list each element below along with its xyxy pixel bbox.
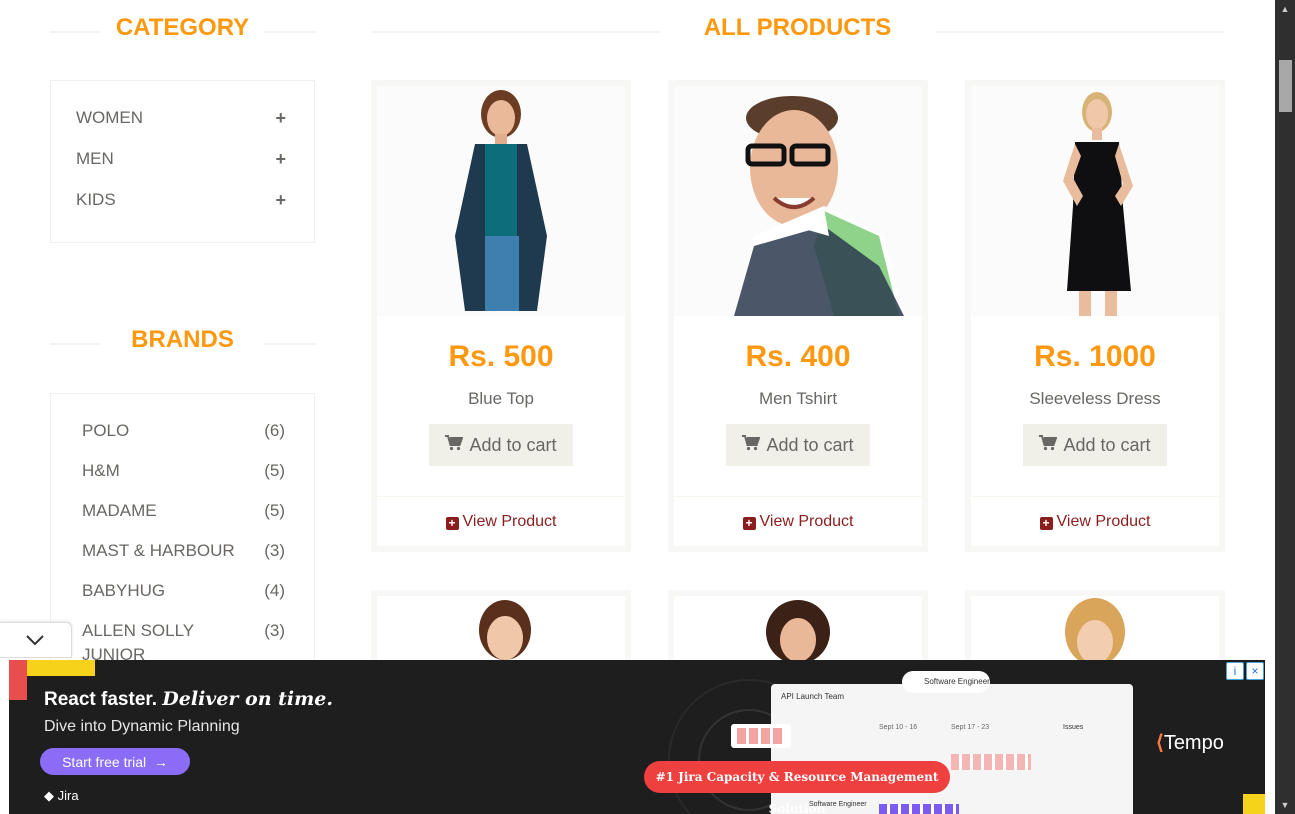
ad-decoration <box>27 660 95 676</box>
ad-app-mockup: API Launch Team Sept 10 - 16 Sept 17 - 2… <box>771 684 1133 814</box>
view-product-link[interactable]: + View Product <box>971 513 1219 531</box>
product-image[interactable] <box>377 86 625 316</box>
add-to-cart-label: Add to cart <box>469 434 557 455</box>
brand-mast-harbour[interactable]: MAST & HARBOUR (3) <box>82 539 285 563</box>
view-product-label: View Product <box>462 513 557 530</box>
brands-heading: BRANDS <box>50 312 315 353</box>
category-men[interactable]: MEN + <box>76 149 286 171</box>
product-name: Men Tshirt <box>758 389 838 408</box>
woman-blue-top-illustration <box>455 90 547 311</box>
plus-square-icon: + <box>1039 517 1053 530</box>
jira-logo: ◆ Jira <box>44 788 79 803</box>
divider <box>971 496 1219 497</box>
brands-title: BRANDS <box>131 326 234 353</box>
product-image[interactable] <box>674 86 922 316</box>
products-heading: ALL PRODUCTS <box>371 0 1224 41</box>
product-card <box>371 590 631 670</box>
category-heading: CATEGORY <box>50 0 315 41</box>
brand-count: (4) <box>264 581 285 600</box>
info-icon[interactable]: i <box>1226 662 1244 680</box>
brand-count: (3) <box>264 621 285 640</box>
category-label: MEN <box>76 149 114 168</box>
product-image[interactable] <box>971 86 1219 316</box>
product-image[interactable] <box>971 596 1219 670</box>
brand-name: ALLEN SOLLY JUNIOR <box>82 621 194 663</box>
product-card: Rs. 400 Men Tshirt Add to cart + View Pro… <box>668 80 928 552</box>
add-to-cart-button[interactable]: Add to cart <box>429 424 573 466</box>
product-price: Rs. 500 <box>448 340 554 373</box>
cart-icon <box>445 434 464 456</box>
product-card <box>965 590 1225 670</box>
scrollbar-thumb[interactable] <box>1279 60 1292 112</box>
product-price: Rs. 400 <box>745 340 851 373</box>
add-to-cart-label: Add to cart <box>766 434 854 455</box>
brand-name: H&M <box>82 461 120 480</box>
brand-count: (5) <box>264 461 285 480</box>
ad-decoration <box>1243 794 1265 814</box>
view-product-label: View Product <box>1056 513 1151 530</box>
cart-icon <box>1039 434 1058 456</box>
scroll-down-icon[interactable]: ▼ <box>1275 800 1295 810</box>
add-to-cart-label: Add to cart <box>1063 434 1151 455</box>
plus-square-icon: + <box>445 517 459 530</box>
product-card: Rs. 1000 Sleeveless Dress Add to cart + V… <box>965 80 1225 552</box>
product-card <box>668 590 928 670</box>
products-title: ALL PRODUCTS <box>703 14 892 41</box>
product-name: Blue Top <box>468 389 534 408</box>
product-image[interactable] <box>377 596 625 670</box>
category-kids[interactable]: KIDS + <box>76 190 286 212</box>
close-icon[interactable]: × <box>1246 662 1264 680</box>
scrollbar[interactable]: ▲ ▼ <box>1275 0 1295 814</box>
page: CATEGORY WOMEN + MEN + KIDS + BRANDS POL… <box>0 0 1295 814</box>
ad-pill: Software Engineer <box>902 671 990 693</box>
divider <box>674 496 922 497</box>
plus-icon[interactable]: + <box>275 108 286 129</box>
ad-subline: Dive into Dynamic Planning <box>44 718 240 735</box>
plus-icon[interactable]: + <box>275 190 286 211</box>
brand-name: BABYHUG <box>82 581 166 600</box>
brand-name: MAST & HARBOUR <box>82 541 235 560</box>
tempo-logo: ⟨Tempo <box>1156 732 1224 754</box>
brand-count: (6) <box>264 421 285 440</box>
view-product-link[interactable]: + View Product <box>674 513 922 531</box>
category-label: WOMEN <box>76 108 144 127</box>
brand-name: MADAME <box>82 501 157 520</box>
ad-decoration <box>9 660 27 700</box>
brand-name: POLO <box>82 421 130 440</box>
brand-babyhug[interactable]: BABYHUG (4) <box>82 579 285 603</box>
category-label: KIDS <box>76 190 116 209</box>
ad-banner[interactable]: React faster. Deliver on time. Dive into… <box>9 660 1265 814</box>
plus-square-icon: + <box>742 517 756 530</box>
category-panel: WOMEN + MEN + KIDS + <box>50 80 315 243</box>
category-women[interactable]: WOMEN + <box>76 108 286 130</box>
divider <box>377 496 625 497</box>
ad-headline: React faster. Deliver on time. <box>44 688 333 710</box>
woman-black-dress-illustration <box>1063 92 1133 316</box>
add-to-cart-button[interactable]: Add to cart <box>1023 424 1167 466</box>
add-to-cart-button[interactable]: Add to cart <box>726 424 870 466</box>
cart-icon <box>742 434 761 456</box>
category-title: CATEGORY <box>115 14 250 41</box>
man-tshirt-illustration <box>734 96 904 316</box>
brand-allen-solly-junior[interactable]: ALLEN SOLLY JUNIOR (3) <box>82 619 285 663</box>
ad-collapse-tab[interactable] <box>0 622 72 658</box>
brand-count: (3) <box>264 541 285 560</box>
view-product-link[interactable]: + View Product <box>377 513 625 531</box>
product-card: Rs. 500 Blue Top Add to cart + View Produ… <box>371 80 631 552</box>
brand-count: (5) <box>264 501 285 520</box>
start-free-trial-button[interactable]: Start free trial → <box>40 748 190 775</box>
brand-madame[interactable]: MADAME (5) <box>82 499 285 523</box>
brand-polo[interactable]: POLO (6) <box>82 419 285 443</box>
product-name: Sleeveless Dress <box>1029 389 1161 408</box>
scroll-up-icon[interactable]: ▲ <box>1275 4 1295 14</box>
view-product-label: View Product <box>759 513 854 530</box>
brand-hm[interactable]: H&M (5) <box>82 459 285 483</box>
chevron-down-icon <box>26 635 44 646</box>
product-image[interactable] <box>674 596 922 670</box>
product-price: Rs. 1000 <box>1034 340 1156 373</box>
ad-badge: #1 Jira Capacity & Resource Management S… <box>644 761 950 814</box>
plus-icon[interactable]: + <box>275 149 286 170</box>
ad-mock-chip <box>731 724 791 748</box>
brands-panel: POLO (6) H&M (5) MADAME (5) MAST & HARBO… <box>50 393 315 663</box>
